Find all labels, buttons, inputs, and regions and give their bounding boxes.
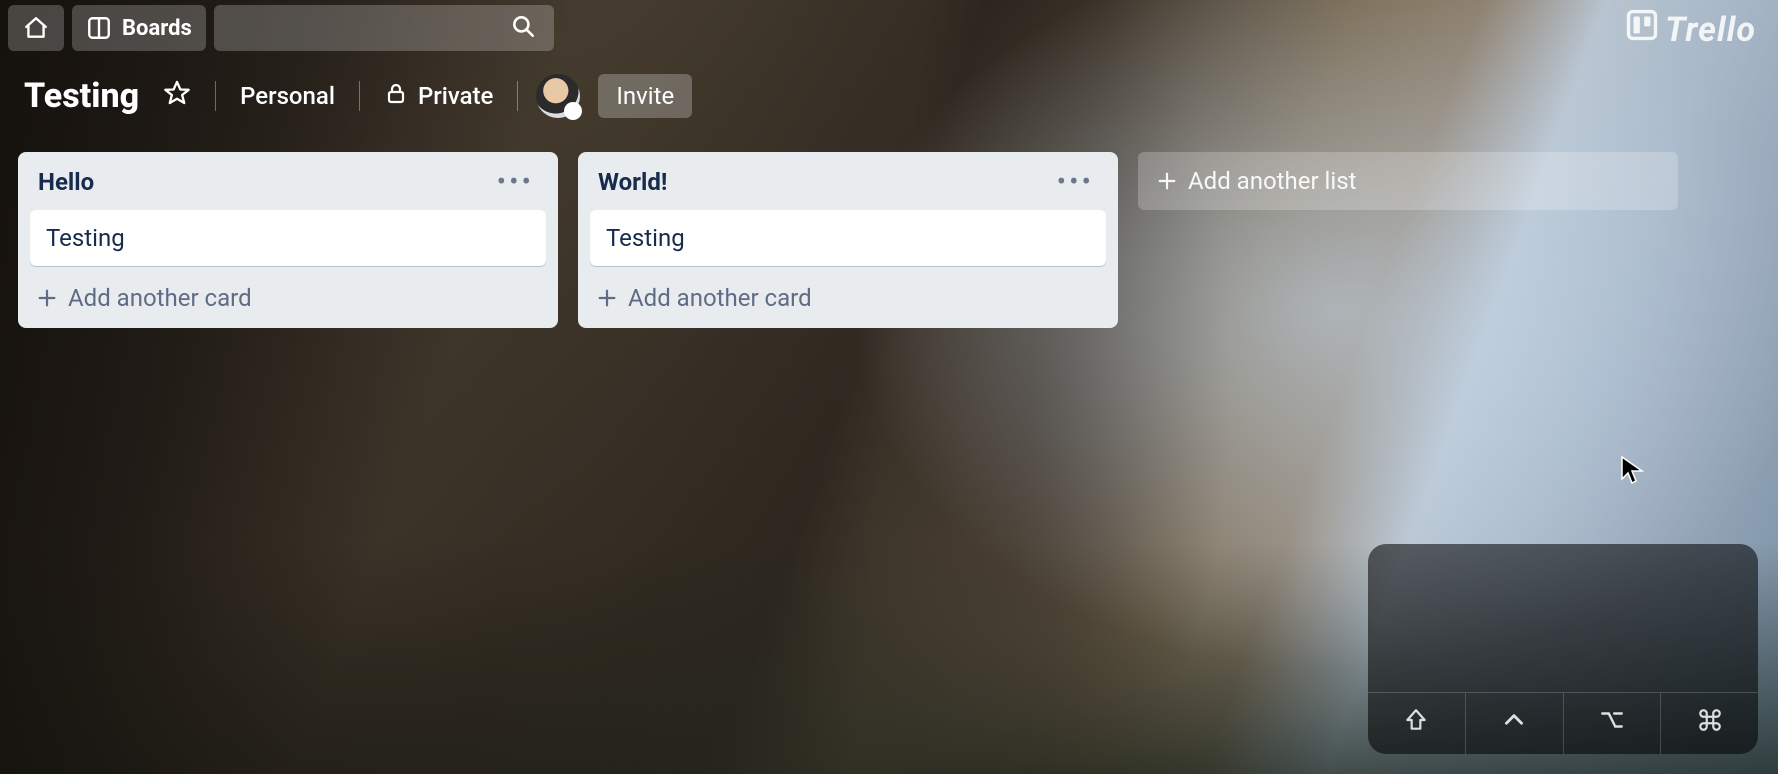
list: World! ••• Testing Add another card [578,152,1118,328]
add-card-button[interactable]: Add another card [590,278,1106,312]
header-divider [215,81,216,111]
list: Hello ••• Testing Add another card [18,152,558,328]
list-menu-button[interactable]: ••• [493,174,538,191]
plus-icon [1156,170,1178,192]
card-title: Testing [46,224,125,252]
boards-label: Boards [122,16,192,41]
header-divider [517,81,518,111]
star-board-button[interactable] [157,75,197,117]
list-title[interactable]: World! [598,168,667,196]
list-header: World! ••• [590,164,1106,198]
list-header: Hello ••• [30,164,546,198]
command-icon [1697,707,1723,740]
boards-button[interactable]: Boards [72,5,206,51]
board-lane: Hello ••• Testing Add another card World… [0,132,1778,348]
card[interactable]: Testing [30,210,546,266]
add-card-label: Add another card [628,284,812,312]
team-button[interactable]: Personal [234,78,341,114]
list-menu-button[interactable]: ••• [1053,174,1098,191]
invite-button[interactable]: Invite [598,74,692,118]
card[interactable]: Testing [590,210,1106,266]
shift-icon [1403,707,1429,740]
member-avatar[interactable] [536,74,580,118]
team-label: Personal [240,82,335,110]
header-divider [359,81,360,111]
plus-icon [596,287,618,309]
add-card-label: Add another card [68,284,252,312]
visibility-button[interactable]: Private [378,77,499,115]
trello-logo[interactable]: Trello [1625,8,1756,51]
add-card-button[interactable]: Add another card [30,278,546,312]
trello-logo-text: Trello [1665,10,1756,50]
option-icon [1598,707,1626,740]
command-key-button[interactable] [1661,693,1758,754]
control-key-button[interactable] [1466,693,1564,754]
home-icon [23,15,49,41]
top-navigation: Boards Trello [0,0,1778,56]
ellipsis-icon: ••• [497,165,534,198]
add-list-button[interactable]: Add another list [1138,152,1678,210]
visibility-label: Private [418,82,493,110]
trello-logo-icon [1625,8,1659,51]
option-key-button[interactable] [1564,693,1662,754]
shift-key-button[interactable] [1368,693,1466,754]
boards-icon [86,15,112,41]
keyboard-overlay-bar [1368,692,1758,754]
lock-icon [384,81,408,111]
list-title[interactable]: Hello [38,168,94,196]
chevron-up-icon [1501,707,1527,740]
board-title[interactable]: Testing [24,76,139,116]
keyboard-overlay-panel [1368,544,1758,754]
board-header: Testing Personal Private Invite [0,56,1778,132]
invite-label: Invite [616,82,674,110]
card-title: Testing [606,224,685,252]
add-list-label: Add another list [1188,167,1356,195]
search-icon [510,13,536,43]
star-icon [163,79,191,113]
plus-icon [36,287,58,309]
home-button[interactable] [8,5,64,51]
search-input[interactable] [214,5,554,51]
ellipsis-icon: ••• [1057,165,1094,198]
cursor-icon [1620,455,1644,489]
